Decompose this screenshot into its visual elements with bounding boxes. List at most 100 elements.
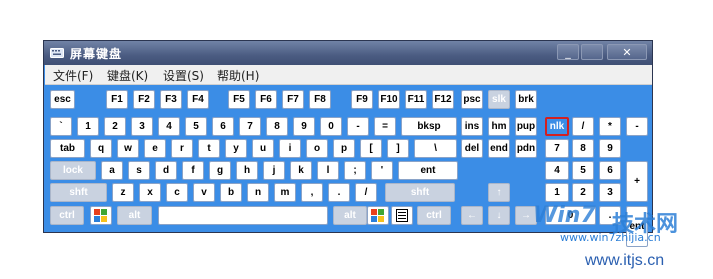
key[interactable]: alt <box>117 206 152 225</box>
key[interactable]: m <box>274 183 296 202</box>
key[interactable]: ins <box>461 117 483 136</box>
key[interactable]: - <box>626 117 648 136</box>
key[interactable]: 8 <box>266 117 288 136</box>
key[interactable]: 5 <box>185 117 207 136</box>
key[interactable]: . <box>328 183 350 202</box>
minimize-button[interactable]: _ <box>557 44 579 60</box>
key[interactable]: ] <box>387 139 409 158</box>
key[interactable]: 7 <box>545 139 569 158</box>
key[interactable]: q <box>90 139 112 158</box>
key[interactable]: , <box>301 183 323 202</box>
key[interactable]: F7 <box>282 90 304 109</box>
menu-settings[interactable]: 设置(S) <box>163 67 204 84</box>
key[interactable]: F2 <box>133 90 155 109</box>
menu-file[interactable]: 文件(F) <box>53 67 93 84</box>
key[interactable]: F1 <box>106 90 128 109</box>
key[interactable]: tab <box>50 139 85 158</box>
key[interactable]: shft <box>385 183 455 202</box>
key[interactable]: r <box>171 139 193 158</box>
key[interactable]: del <box>461 139 483 158</box>
key[interactable]: ' <box>371 161 393 180</box>
key[interactable]: v <box>193 183 215 202</box>
key[interactable]: nlk <box>545 117 569 136</box>
key[interactable]: alt <box>333 206 367 225</box>
key[interactable]: brk <box>515 90 537 109</box>
key-win-icon[interactable] <box>90 206 112 225</box>
key[interactable]: 4 <box>545 161 569 180</box>
key[interactable]: * <box>599 117 621 136</box>
key[interactable]: / <box>355 183 377 202</box>
key[interactable]: i <box>279 139 301 158</box>
key[interactable]: - <box>347 117 369 136</box>
key[interactable]: F4 <box>187 90 209 109</box>
key[interactable]: + <box>626 161 648 202</box>
key[interactable]: 3 <box>599 183 621 202</box>
key[interactable]: f <box>182 161 204 180</box>
key[interactable]: end <box>488 139 510 158</box>
key[interactable]: F5 <box>228 90 250 109</box>
key[interactable]: shft <box>50 183 107 202</box>
key-win-icon[interactable] <box>367 206 389 225</box>
key[interactable]: pdn <box>515 139 537 158</box>
key[interactable]: slk <box>488 90 510 109</box>
key[interactable]: F12 <box>432 90 454 109</box>
key[interactable]: d <box>155 161 177 180</box>
key[interactable]: 2 <box>572 183 594 202</box>
key[interactable]: h <box>236 161 258 180</box>
key[interactable]: 6 <box>212 117 234 136</box>
key[interactable]: j <box>263 161 285 180</box>
key[interactable]: 2 <box>104 117 126 136</box>
key[interactable]: ↑ <box>488 183 510 202</box>
key[interactable]: / <box>572 117 594 136</box>
key[interactable]: hm <box>488 117 510 136</box>
key[interactable]: F11 <box>405 90 427 109</box>
key[interactable]: 9 <box>293 117 315 136</box>
key[interactable]: p <box>333 139 355 158</box>
key[interactable]: z <box>112 183 134 202</box>
key[interactable]: F9 <box>351 90 373 109</box>
key[interactable]: 0 <box>320 117 342 136</box>
key[interactable]: ↓ <box>488 206 510 225</box>
title-bar[interactable]: 屏幕键盘 _ ✕ <box>44 41 652 65</box>
key[interactable]: g <box>209 161 231 180</box>
key[interactable]: esc <box>50 90 75 109</box>
menu-keyboard[interactable]: 键盘(K) <box>107 67 148 84</box>
key[interactable]: b <box>220 183 242 202</box>
key[interactable]: a <box>101 161 123 180</box>
key[interactable]: 7 <box>239 117 261 136</box>
key[interactable]: ctrl <box>417 206 451 225</box>
key[interactable]: n <box>247 183 269 202</box>
key[interactable]: 5 <box>572 161 594 180</box>
key[interactable]: ctrl <box>50 206 84 225</box>
key[interactable]: = <box>374 117 396 136</box>
key[interactable]: F8 <box>309 90 331 109</box>
key[interactable]: psc <box>461 90 483 109</box>
key[interactable]: w <box>117 139 139 158</box>
maximize-button[interactable] <box>581 44 603 60</box>
key[interactable]: t <box>198 139 220 158</box>
key[interactable]: ` <box>50 117 72 136</box>
key-menu-icon[interactable] <box>391 206 413 225</box>
key[interactable]: k <box>290 161 312 180</box>
key[interactable]: \ <box>414 139 457 158</box>
key[interactable]: ent <box>398 161 458 180</box>
key[interactable]: 4 <box>158 117 180 136</box>
key[interactable]: F10 <box>378 90 400 109</box>
key[interactable]: F3 <box>160 90 182 109</box>
key[interactable]: s <box>128 161 150 180</box>
key[interactable]: y <box>225 139 247 158</box>
key[interactable]: ← <box>461 206 483 225</box>
key[interactable]: 1 <box>77 117 99 136</box>
key[interactable]: l <box>317 161 339 180</box>
key[interactable]: pup <box>515 117 537 136</box>
key[interactable]: x <box>139 183 161 202</box>
key[interactable] <box>158 206 328 225</box>
key[interactable]: e <box>144 139 166 158</box>
menu-help[interactable]: 帮助(H) <box>217 67 259 84</box>
key[interactable]: bksp <box>401 117 457 136</box>
key[interactable]: c <box>166 183 188 202</box>
key[interactable]: 6 <box>599 161 621 180</box>
close-button[interactable]: ✕ <box>607 44 647 60</box>
key[interactable]: 9 <box>599 139 621 158</box>
key[interactable]: F6 <box>255 90 277 109</box>
